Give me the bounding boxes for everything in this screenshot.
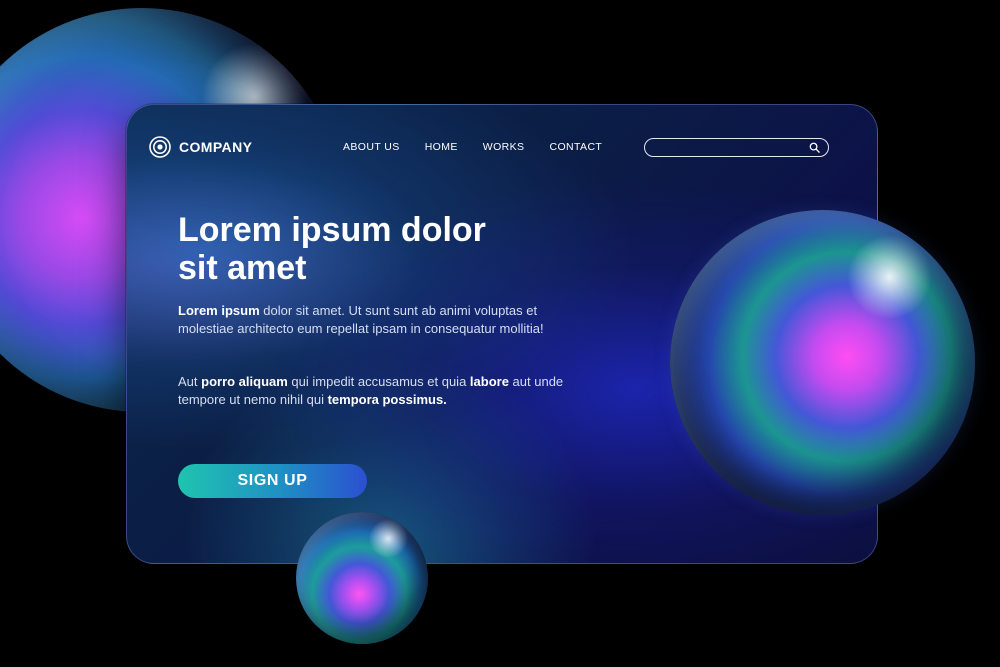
- nav-item-contact[interactable]: CONTACT: [549, 141, 602, 153]
- search-bar[interactable]: [644, 138, 829, 157]
- search-input[interactable]: [653, 140, 809, 155]
- main-nav: ABOUT US HOME WORKS CONTACT: [343, 141, 602, 153]
- page: COMPANY ABOUT US HOME WORKS CONTACT Lore…: [0, 0, 1000, 667]
- search-icon[interactable]: [809, 142, 820, 153]
- paragraph-2-text-1: Aut: [178, 374, 202, 389]
- nav-item-home[interactable]: HOME: [425, 141, 458, 153]
- hero-paragraph-2: Aut porro aliquam qui impedit accusamus …: [178, 373, 578, 408]
- hero-title: Lorem ipsum dolor sit amet: [178, 211, 578, 287]
- paragraph-2-bold-1: porro aliquam: [201, 374, 288, 389]
- paragraph-1-bold: Lorem ipsum: [178, 303, 260, 318]
- sign-up-button[interactable]: SIGN UP: [178, 464, 367, 498]
- nav-item-works[interactable]: WORKS: [483, 141, 525, 153]
- brand-logo[interactable]: COMPANY: [149, 136, 252, 158]
- gradient-sphere-bottom: [296, 512, 428, 644]
- gradient-sphere-right: [670, 210, 975, 515]
- paragraph-2-text-2: qui impedit accusamus et quia: [287, 374, 470, 389]
- hero-paragraph-1: Lorem ipsum dolor sit amet. Ut sunt sunt…: [178, 302, 578, 337]
- concentric-circle-icon: [149, 136, 171, 158]
- nav-item-about-us[interactable]: ABOUT US: [343, 141, 400, 153]
- hero-title-line-1: Lorem ipsum dolor: [178, 211, 486, 249]
- brand-name: COMPANY: [179, 139, 253, 155]
- hero-title-line-2: sit amet: [178, 249, 307, 287]
- paragraph-2-bold-3: tempora possimus.: [327, 391, 447, 407]
- paragraph-2-bold-2: labore: [469, 374, 509, 389]
